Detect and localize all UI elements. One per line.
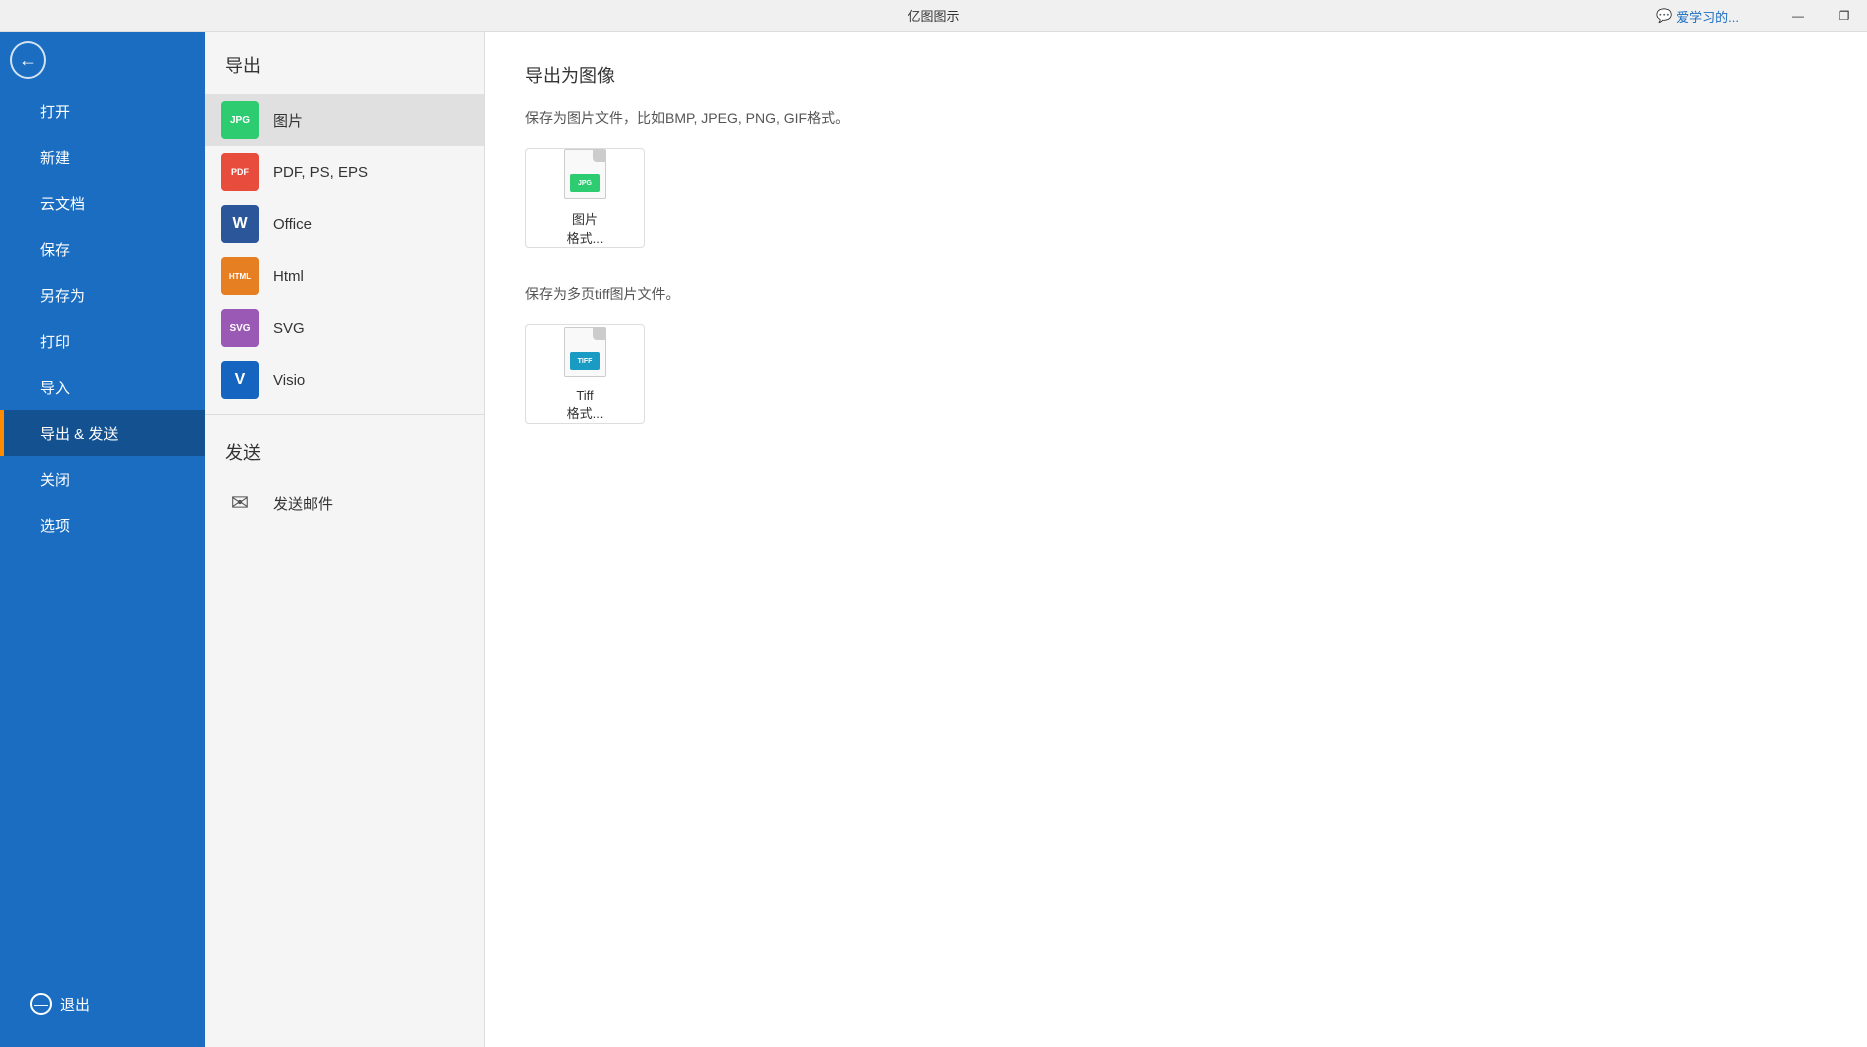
back-button[interactable]: ← (0, 32, 56, 88)
main-layout: ← 打开 新建 云文档 保存 另存为 打印 导入 (0, 32, 1867, 1047)
export-section-title: 导出 (205, 32, 484, 94)
sidebar-item-close[interactable]: 关闭 (0, 456, 205, 502)
sidebar-item-options[interactable]: 选项 (0, 502, 205, 548)
jpg-file-icon: JPG (563, 149, 607, 199)
content-title: 导出为图像 (525, 62, 1827, 88)
middle-panel: 导出 JPG 图片 PDF PDF, PS, EPS W Office HTML… (205, 32, 485, 1047)
sidebar-menu: 打开 新建 云文档 保存 另存为 打印 导入 导出 & 发送 (0, 88, 205, 981)
middle-item-email[interactable]: ✉ 发送邮件 (205, 477, 484, 529)
sidebar-item-import[interactable]: 导入 (0, 364, 205, 410)
sidebar-item-new[interactable]: 新建 (0, 134, 205, 180)
tiff-description: 保存为多页tiff图片文件。 (525, 284, 1827, 304)
sidebar-item-save-as[interactable]: 另存为 (0, 272, 205, 318)
content-area: 导出为图像 保存为图片文件，比如BMP, JPEG, PNG, GIF格式。 J… (485, 32, 1867, 1047)
middle-item-visio[interactable]: V Visio (205, 354, 484, 406)
chat-icon: 💬 (1656, 8, 1672, 24)
middle-item-office[interactable]: W Office (205, 198, 484, 250)
sidebar-item-cloud[interactable]: 云文档 (0, 180, 205, 226)
pdf-icon: PDF (221, 153, 259, 191)
user-area[interactable]: 💬 爱学习的... (1648, 0, 1747, 32)
user-name: 爱学习的... (1676, 7, 1739, 26)
exit-icon: — (30, 993, 52, 1015)
sidebar-item-exit[interactable]: — 退出 (0, 981, 205, 1027)
restore-button[interactable]: ❐ (1821, 0, 1867, 32)
visio-icon: V (221, 361, 259, 399)
back-icon: ← (10, 41, 46, 79)
window-controls: — ❐ (1775, 0, 1867, 32)
minimize-button[interactable]: — (1775, 0, 1821, 32)
send-section-title: 发送 (205, 423, 484, 477)
jpg-icon: JPG (221, 101, 259, 139)
middle-item-html[interactable]: HTML Html (205, 250, 484, 302)
tiff-format-card[interactable]: TIFF Tiff 格式... (525, 324, 645, 424)
word-icon: W (221, 205, 259, 243)
tiff-file-icon: TIFF (563, 326, 607, 378)
sidebar-item-print[interactable]: 打印 (0, 318, 205, 364)
middle-item-pdf[interactable]: PDF PDF, PS, EPS (205, 146, 484, 198)
title-bar: 亿图图示 💬 爱学习的... — ❐ (0, 0, 1867, 32)
sidebar-item-export[interactable]: 导出 & 发送 (0, 410, 205, 456)
image-cards: JPG 图片 格式... (525, 148, 1827, 248)
sidebar-item-save[interactable]: 保存 (0, 226, 205, 272)
sidebar: ← 打开 新建 云文档 保存 另存为 打印 导入 (0, 32, 205, 1047)
html-icon: HTML (221, 257, 259, 295)
sidebar-item-open[interactable]: 打开 (0, 88, 205, 134)
image-format-card[interactable]: JPG 图片 格式... (525, 148, 645, 248)
email-icon: ✉ (221, 484, 259, 522)
section-divider (205, 414, 484, 415)
svg-icon: SVG (221, 309, 259, 347)
app-title: 亿图图示 (907, 6, 959, 25)
tiff-cards: TIFF Tiff 格式... (525, 324, 1827, 424)
middle-item-svg[interactable]: SVG SVG (205, 302, 484, 354)
image-description: 保存为图片文件，比如BMP, JPEG, PNG, GIF格式。 (525, 108, 1827, 128)
middle-item-image[interactable]: JPG 图片 (205, 94, 484, 146)
